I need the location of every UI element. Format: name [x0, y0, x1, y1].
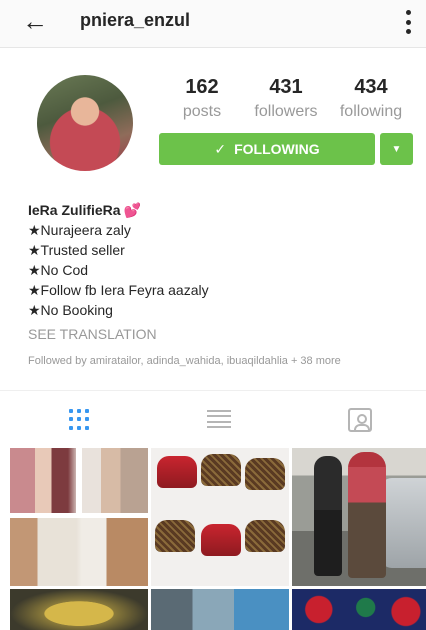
posts-count: 162	[185, 76, 219, 98]
full-name-text: IeRa ZulifieRa	[28, 202, 121, 218]
list-view-icon[interactable]	[207, 408, 233, 430]
profile-bio: IeRa ZulifieRa 💕 ★Nurajeera zaly ★Trusted…	[28, 200, 408, 320]
following-button-label: FOLLOWING	[234, 141, 320, 157]
post-thumbnail[interactable]	[10, 448, 148, 586]
post-thumbnail[interactable]	[151, 589, 289, 630]
post-thumbnail[interactable]	[292, 448, 426, 586]
suggestions-dropdown-button[interactable]: ▼	[380, 133, 413, 165]
followers-label: followers	[254, 103, 318, 120]
posts-stat[interactable]: 162 posts	[162, 74, 242, 124]
followers-stat[interactable]: 431 followers	[246, 74, 326, 124]
back-arrow-icon[interactable]: ←	[22, 6, 48, 36]
see-translation-link[interactable]: SEE TRANSLATION	[28, 326, 157, 342]
more-options-icon[interactable]	[404, 10, 412, 34]
post-thumbnail[interactable]	[151, 448, 289, 586]
check-icon: ✓	[214, 140, 227, 157]
chevron-down-icon: ▼	[391, 143, 402, 155]
following-button[interactable]: ✓ FOLLOWING	[159, 133, 375, 165]
divider	[0, 390, 426, 391]
posts-label: posts	[182, 103, 222, 120]
bio-line: ★Follow fb Iera Feyra aazaly	[28, 282, 209, 298]
grid-view-icon[interactable]	[68, 408, 94, 430]
bio-line: ★Trusted seller	[28, 242, 125, 258]
bio-line: ★No Booking	[28, 302, 113, 318]
post-thumbnail[interactable]	[292, 589, 426, 630]
followers-count: 431	[269, 76, 303, 98]
following-label: following	[339, 103, 403, 120]
bio-line: ★Nurajeera zaly	[28, 222, 131, 238]
posts-grid	[10, 448, 426, 630]
profile-username: pniera_enzul	[80, 10, 191, 30]
tagged-photos-icon[interactable]	[348, 408, 372, 432]
post-thumbnail[interactable]	[10, 589, 148, 630]
profile-full-name: IeRa ZulifieRa 💕	[28, 200, 408, 220]
following-stat[interactable]: 434 following	[331, 74, 411, 124]
profile-avatar[interactable]	[37, 75, 133, 171]
top-bar: ← pniera_enzul	[0, 0, 426, 48]
following-count: 434	[354, 76, 388, 98]
bio-line: ★No Cod	[28, 262, 89, 278]
heart-emoji-icon: 💕	[123, 202, 142, 218]
followed-by-text[interactable]: Followed by amiratailor, adinda_wahida, …	[28, 355, 341, 367]
